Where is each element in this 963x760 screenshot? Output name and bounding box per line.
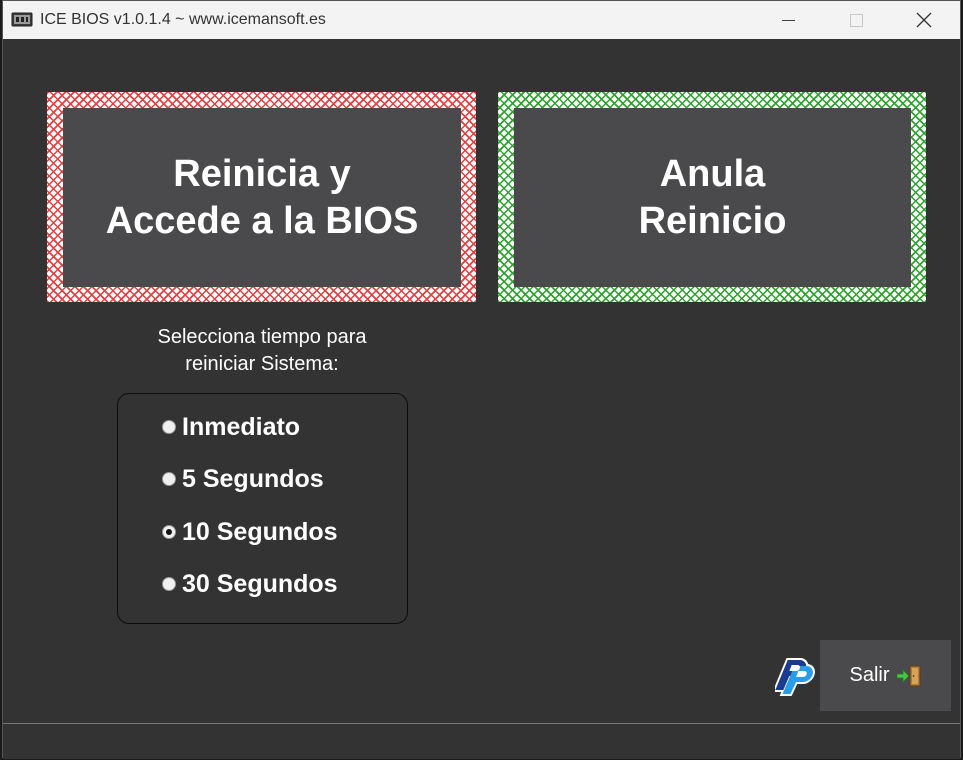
radio-30-segundos[interactable]: 30 Segundos [162,569,338,599]
radio-5-segundos[interactable]: 5 Segundos [162,464,324,494]
app-window: ICE BIOS v1.0.1.4 ~ www.icemansoft.es Re… [2,0,961,759]
exit-button[interactable]: Salir [820,640,951,711]
minimize-button[interactable] [755,1,821,39]
radio-button-icon[interactable] [162,577,176,591]
minimize-icon [781,19,795,21]
maximize-icon [849,13,863,27]
radio-button-icon[interactable] [162,472,176,486]
radio-button-icon[interactable] [162,420,176,434]
reboot-to-bios-label: Reinicia y Accede a la BIOS [63,108,461,287]
close-icon [916,12,932,28]
exit-door-icon [896,665,920,686]
maximize-button[interactable] [823,1,889,39]
cancel-reboot-button[interactable]: Anula Reinicio [498,92,926,302]
radio-10-segundos[interactable]: 10 Segundos [162,517,338,547]
title-bar[interactable]: ICE BIOS v1.0.1.4 ~ www.icemansoft.es [3,1,960,39]
status-bar [3,723,960,759]
radio-inmediato[interactable]: Inmediato [162,412,300,442]
cancel-reboot-label: Anula Reinicio [514,108,911,287]
paypal-icon[interactable] [775,654,817,696]
window-title: ICE BIOS v1.0.1.4 ~ www.icemansoft.es [40,11,326,28]
timer-radio-group: Inmediato 5 Segundos 10 Segundos 30 Segu… [117,393,408,624]
close-button[interactable] [891,1,957,39]
radio-button-checked-icon[interactable] [162,525,176,539]
reboot-to-bios-button[interactable]: Reinicia y Accede a la BIOS [47,92,476,302]
chip-icon [11,12,33,27]
timer-label: Selecciona tiempo para reiniciar Sistema… [157,326,367,375]
